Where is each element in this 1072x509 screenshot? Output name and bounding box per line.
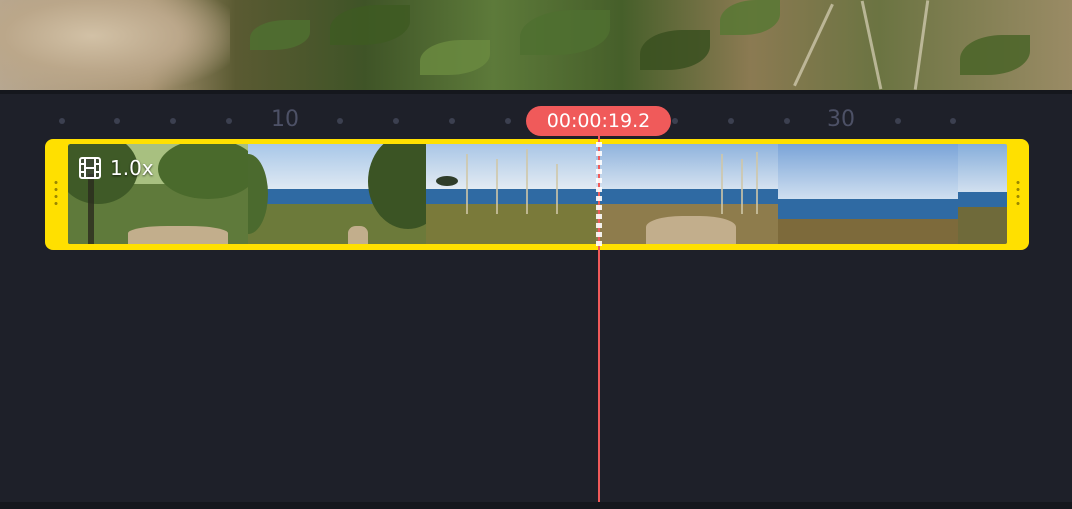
clip-trim-handle-left[interactable]	[45, 139, 67, 250]
ruler-tick	[950, 118, 956, 124]
ruler-tick	[114, 118, 120, 124]
preview-foliage	[960, 35, 1030, 75]
clip-thumbnail	[958, 144, 1007, 244]
ruler-tick	[226, 118, 232, 124]
grip-dots-icon	[54, 179, 58, 209]
ruler-label-10: 10	[271, 107, 299, 132]
bottom-bar	[0, 502, 1072, 509]
ruler-tick	[672, 118, 678, 124]
grip-dots-icon	[1016, 179, 1020, 209]
preview-foliage	[520, 10, 610, 55]
clip-thumbnail	[778, 144, 958, 244]
film-icon	[76, 154, 104, 182]
preview-stem	[913, 0, 930, 90]
clip-speed-label: 1.0x	[110, 156, 154, 180]
clip-thumbnail	[248, 144, 426, 244]
video-clip[interactable]	[45, 139, 1029, 250]
preview-foliage	[250, 20, 310, 50]
ruler-tick	[895, 118, 901, 124]
ruler-tick	[728, 118, 734, 124]
editor-root: 10 30 1.0x 00:00:19.2	[0, 0, 1072, 509]
clip-thumbnail	[426, 144, 596, 244]
ruler-tick	[393, 118, 399, 124]
ruler-tick	[337, 118, 343, 124]
video-preview[interactable]	[0, 0, 1072, 90]
preview-foliage	[330, 5, 410, 45]
preview-foliage	[720, 0, 780, 35]
preview-ground	[0, 0, 230, 90]
preview-foliage	[420, 40, 490, 75]
clip-trim-handle-right[interactable]	[1007, 139, 1029, 250]
preview-stem	[793, 3, 834, 87]
preview-stem	[860, 0, 883, 90]
preview-foliage	[640, 30, 710, 70]
playhead-time-badge[interactable]: 00:00:19.2	[526, 106, 671, 136]
ruler-tick	[59, 118, 65, 124]
ruler-tick	[784, 118, 790, 124]
clip-thumbnail	[596, 144, 778, 244]
ruler-tick	[170, 118, 176, 124]
clip-speed-badge: 1.0x	[76, 154, 154, 182]
clip-thumbnail-strip	[68, 144, 1007, 244]
ruler-tick	[505, 118, 511, 124]
ruler-tick	[449, 118, 455, 124]
ruler-label-30: 30	[827, 107, 855, 132]
playhead-split-marker	[596, 142, 602, 248]
